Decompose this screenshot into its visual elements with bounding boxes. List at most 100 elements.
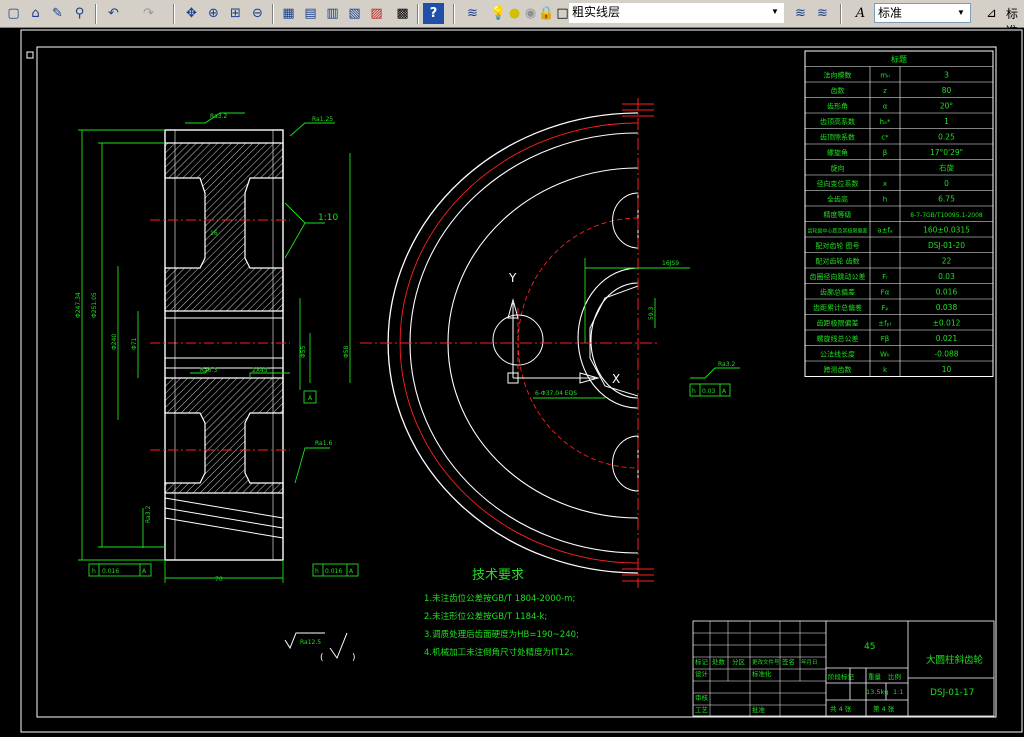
pan-icon[interactable]: ✥: [181, 3, 202, 24]
layer-dropdown[interactable]: 粗实线层 ▼: [569, 3, 784, 23]
pencil-icon[interactable]: ✎: [47, 3, 68, 24]
param-name: 跨测齿数: [824, 365, 852, 374]
param-symbol: h: [883, 196, 887, 204]
chevron-down-icon: ▼: [957, 8, 965, 17]
param-symbol: a±fₐ: [877, 227, 893, 235]
tb-label: 标准化: [752, 669, 772, 678]
tb-label: 比例: [888, 672, 901, 681]
tb-label: 分区: [732, 657, 746, 666]
param-value: -0.088: [934, 350, 958, 359]
sheet-no: 第 4 张: [873, 704, 895, 713]
param-value: 0.016: [936, 288, 958, 297]
tolerance-1: 0.016: [102, 568, 119, 575]
chamfer-dim: 2X45°: [252, 367, 271, 374]
param-value: 0.038: [936, 303, 958, 312]
param-value: 20°: [940, 102, 954, 111]
new-icon[interactable]: ▢: [3, 3, 24, 24]
tb-label: 年月日: [801, 658, 818, 666]
text-style-value: 标准: [878, 6, 903, 20]
param-value: 右旋: [939, 163, 954, 173]
tech-requirements: 技术要求 1.未注齿位公差按GB/T 1804-2000-m; 2.未注形位公差…: [424, 568, 579, 658]
open-icon[interactable]: ⌂: [25, 3, 46, 24]
left-dim-1: Φ247.34: [75, 292, 82, 318]
half-front-view: [360, 98, 660, 588]
svg-text:Y: Y: [508, 271, 517, 285]
roughness-general: Ra12.5: [300, 639, 321, 646]
param-name: 全齿高: [827, 195, 848, 204]
zoom-previous-icon[interactable]: ⊖: [247, 3, 268, 24]
param-symbol: mₙ: [880, 72, 890, 80]
tb-label: 签名: [782, 657, 795, 666]
text-style-dropdown[interactable]: 标准 ▼: [874, 3, 971, 23]
properties-icon[interactable]: ▦: [278, 3, 299, 24]
zoom-realtime-icon[interactable]: ⊕: [203, 3, 224, 24]
param-name: 旋向: [831, 164, 845, 173]
param-name: 齿距累计总偏差: [813, 303, 862, 312]
param-symbol: ±fₚₜ: [878, 320, 891, 328]
param-name: 齿顶隙系数: [820, 133, 855, 142]
markup-icon[interactable]: ▨: [366, 3, 387, 24]
param-name: 齿圈径向跳动公差: [810, 272, 866, 281]
param-value: 0.25: [938, 133, 955, 142]
paren-close: ): [352, 653, 356, 663]
drawing-canvas[interactable]: Ra3.2 Ra1.25 1:10 16 Ra6.3 2X45° Ra1.6 7…: [0, 28, 1024, 737]
tool-palette-icon[interactable]: ▥: [322, 3, 343, 24]
help-icon[interactable]: ?: [423, 3, 444, 24]
text-style-icon[interactable]: A: [850, 3, 871, 24]
roughness-6: Ra3.2: [718, 361, 735, 368]
keyway-tol-dim: 16JS9: [662, 260, 679, 267]
match-prop-icon[interactable]: ⚲: [69, 3, 90, 24]
undo-icon[interactable]: ↶: [103, 3, 124, 24]
left-dim-3: Φ240: [111, 334, 118, 350]
datum-h-1: h: [92, 568, 96, 575]
tb-label: 设计: [695, 669, 709, 678]
drawing-no: DSJ-01-17: [930, 688, 974, 698]
param-name: 螺旋线总公差: [817, 334, 859, 343]
scale: 1:1: [893, 688, 903, 696]
param-value: 3: [944, 71, 949, 80]
tb-label: 审核: [695, 693, 709, 702]
datum-box: A: [308, 395, 313, 402]
mass: 13.5kg: [866, 688, 888, 696]
tb-label: 工艺: [695, 706, 709, 714]
param-name: 配对齿轮 齿数: [815, 257, 859, 266]
tb-label: 处数: [712, 657, 726, 666]
param-symbol: Fₚ: [881, 304, 888, 312]
hub-dim: Φ71: [131, 337, 138, 350]
param-name: 齿数: [831, 86, 845, 95]
tb-label: 批准: [752, 705, 766, 714]
param-name: 螺旋角: [827, 148, 848, 157]
center-dim: Φ55: [300, 345, 307, 358]
calculator-icon[interactable]: ▩: [392, 3, 413, 24]
param-value: 22: [942, 257, 952, 266]
sheet-total: 共 4 张: [830, 704, 852, 713]
design-center-icon[interactable]: ▤: [300, 3, 321, 24]
material: 45: [864, 642, 875, 652]
zoom-window-icon[interactable]: ⊞: [225, 3, 246, 24]
sheet-set-icon[interactable]: ▧: [344, 3, 365, 24]
part-name: 大圆柱斜齿轮: [926, 654, 984, 666]
tb-label: 阶段标记: [828, 672, 855, 681]
param-symbol: α: [883, 103, 888, 111]
layer-name: 粗实线层: [572, 5, 621, 19]
param-value: 1: [944, 117, 949, 126]
layer-manager-icon[interactable]: ≋: [462, 3, 483, 24]
title-block: [692, 620, 995, 717]
roughness-5: Ra3.2: [145, 506, 152, 523]
keyway-depth-dim: 59.3: [648, 306, 655, 320]
paren-open: (: [320, 653, 324, 663]
param-name: 齿顶高系数: [820, 117, 855, 126]
dim-style-icon[interactable]: ⊿: [981, 3, 1002, 24]
datum-a-3: A: [722, 388, 727, 395]
tb-label: 更改文件号: [752, 658, 780, 666]
redo-icon[interactable]: ↷: [138, 3, 159, 24]
param-table-header: 标题: [891, 54, 907, 64]
tolerance-3: 0.03: [702, 388, 716, 395]
param-value: DSJ-01-20: [928, 241, 965, 250]
param-value: 0.021: [936, 334, 958, 343]
tech-req-title: 技术要求: [472, 568, 524, 583]
ucs-marker: [26, 51, 34, 59]
tech-req-line: 1.未注齿位公差按GB/T 1804-2000-m;: [424, 593, 575, 604]
layer-previous-icon[interactable]: ≋: [790, 3, 811, 24]
layer-state-icon[interactable]: ≋: [812, 3, 833, 24]
